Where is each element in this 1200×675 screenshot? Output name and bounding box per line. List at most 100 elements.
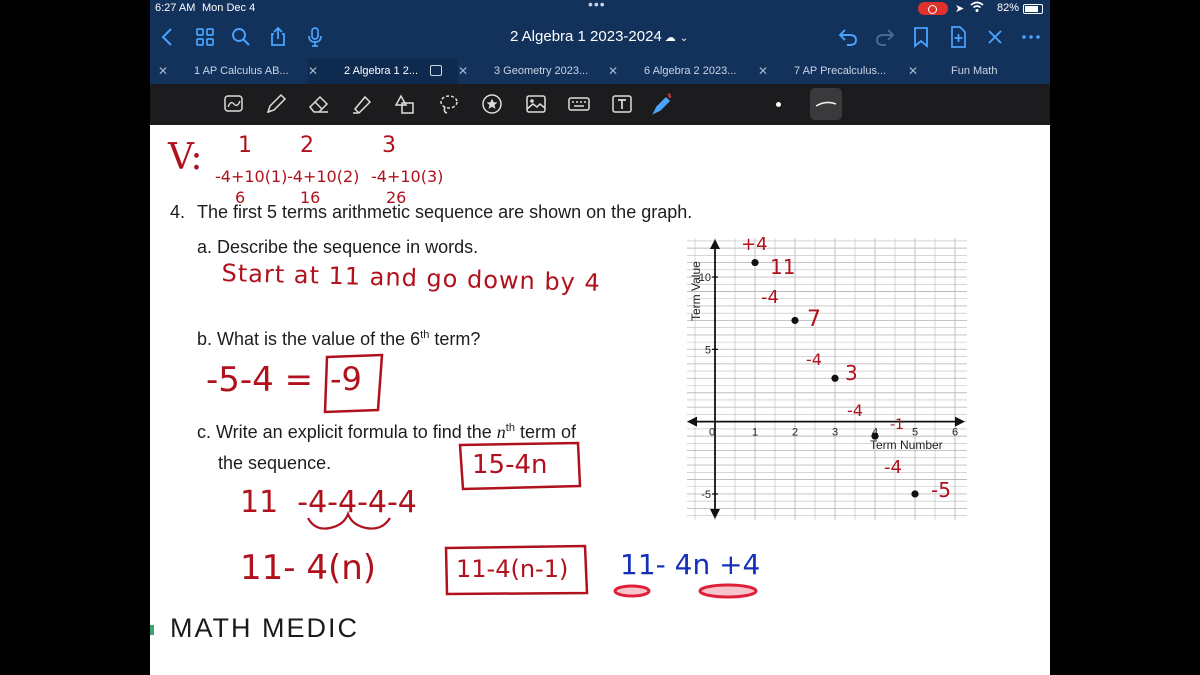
location-icon: ➤ <box>955 3 965 15</box>
question-b-sup: th <box>420 329 430 341</box>
battery-percent: 82% <box>997 2 1020 14</box>
question-b-text: b. What is the value of the 6th term? <box>197 329 480 350</box>
close-icon[interactable] <box>983 25 1007 49</box>
tab-algebra-1[interactable]: ✕ 2 Algebra 1 2... <box>308 58 458 84</box>
bluetooth-pen-icon[interactable] <box>650 92 674 116</box>
close-tab-icon[interactable]: ✕ <box>158 58 168 84</box>
y-axis-arrow-down <box>710 509 720 519</box>
question-a-text: a. Describe the sequence in words. <box>197 237 479 257</box>
x-tick-label: 3 <box>832 427 838 439</box>
question-c-sup: th <box>505 422 515 434</box>
question-b-post: term? <box>429 329 481 349</box>
data-point <box>791 316 799 325</box>
y-axis-label: Term Value <box>689 261 703 321</box>
page-view-icon[interactable] <box>430 65 442 76</box>
graph-note-minus4-b: -4 <box>806 350 822 369</box>
data-point <box>751 258 759 267</box>
battery-fill <box>1025 6 1039 12</box>
wifi-icon <box>970 1 984 16</box>
close-tab-icon[interactable]: ✕ <box>908 58 918 84</box>
undo-icon[interactable] <box>836 25 860 49</box>
handwriting-col-2-n: 2 <box>300 133 314 158</box>
x-axis-arrow <box>955 416 965 427</box>
x-axis-arrow-left <box>687 416 697 427</box>
sticker-icon[interactable] <box>480 92 504 116</box>
blue-formula-handwriting: 11- 4n +4 <box>620 548 761 581</box>
graph-grid <box>687 238 967 520</box>
formula-11-4n-handwriting: 11- 4(n) <box>240 548 377 588</box>
handwriting-col-2-val: 16 <box>300 188 321 207</box>
highlight-plus-4 <box>698 583 758 599</box>
close-tab-icon[interactable]: ✕ <box>458 58 468 84</box>
drawing-toolbar <box>150 84 1050 125</box>
highlighter-icon[interactable] <box>350 92 374 116</box>
keyboard-icon[interactable] <box>567 92 591 116</box>
data-point <box>831 374 839 382</box>
chevron-down-icon: ⌄ <box>679 33 689 44</box>
pen-color-swatch[interactable] <box>776 102 781 107</box>
graph-note-plus4: +4 <box>741 234 768 255</box>
image-icon[interactable] <box>524 92 548 116</box>
multitasking-dots-icon[interactable]: ••• <box>588 0 606 12</box>
shapes-icon[interactable] <box>393 92 417 116</box>
sequence-graph: 0123456105-5 Term Number Term Value <box>687 238 967 520</box>
text-box-icon[interactable] <box>610 92 634 116</box>
highlight-11 <box>613 584 651 598</box>
lasso-icon[interactable] <box>437 92 461 116</box>
data-point <box>911 490 919 498</box>
formula-box-1-text: 15-4n <box>472 450 548 480</box>
cloud-sync-icon: ☁ <box>664 32 676 44</box>
search-icon[interactable] <box>229 25 253 49</box>
handwriting-col-2-expr: -4+10(2) <box>287 167 360 186</box>
tab-geometry[interactable]: ✕ 3 Geometry 2023... <box>458 58 608 84</box>
close-tab-icon[interactable]: ✕ <box>308 58 318 84</box>
document-nav-bar: 2 Algebra 1 2023-2024 ☁ ⌄ <box>150 17 1050 58</box>
tab-label: 6 Algebra 2 2023... <box>644 65 737 77</box>
redo-icon[interactable] <box>873 25 897 49</box>
screen-recording-icon[interactable] <box>918 2 948 15</box>
share-icon[interactable] <box>266 25 290 49</box>
close-tab-icon[interactable]: ✕ <box>608 58 618 84</box>
graph-note-minus4-a: -4 <box>761 287 779 308</box>
tab-ap-precalculus[interactable]: ✕ 7 AP Precalculus... <box>758 58 908 84</box>
pen-icon[interactable] <box>264 92 288 116</box>
answer-b-boxed: -9 <box>330 360 362 398</box>
eraser-icon[interactable] <box>307 92 331 116</box>
status-date: Mon Dec 4 <box>202 2 256 14</box>
notebook-page[interactable]: 4. The first 5 terms arithmetic sequence… <box>150 125 1050 675</box>
document-title[interactable]: 2 Algebra 1 2023-2024 ☁ ⌄ <box>510 28 688 45</box>
bookmark-icon[interactable] <box>909 25 933 49</box>
brand-logo-text: MATH MEDIC <box>170 613 359 643</box>
document-title-text: 2 Algebra 1 2023-2024 <box>510 28 662 45</box>
question-c-line2: the sequence. <box>218 453 332 473</box>
brand-mark <box>150 625 154 635</box>
microphone-icon[interactable] <box>303 25 327 49</box>
graph-axes <box>687 239 965 519</box>
add-page-icon[interactable] <box>946 25 970 49</box>
formula-box-2-text: 11-4(n-1) <box>456 555 569 583</box>
x-tick-label: 5 <box>912 427 918 439</box>
close-tab-icon[interactable]: ✕ <box>758 58 768 84</box>
graph-note-minus4-d: -4 <box>884 457 902 478</box>
question-4-text: The first 5 terms arithmetic sequence ar… <box>197 202 693 222</box>
question-4-number: 4. <box>170 202 186 222</box>
tab-algebra-2[interactable]: ✕ 6 Algebra 2 2023... <box>608 58 758 84</box>
tab-fun-math[interactable]: ✕ Fun Math <box>908 58 1048 84</box>
x-axis-label: Term Number <box>870 438 943 452</box>
pen-thickness-selector[interactable] <box>810 88 842 120</box>
more-icon[interactable] <box>1019 25 1043 49</box>
back-icon[interactable] <box>156 25 180 49</box>
tab-label: 7 AP Precalculus... <box>794 65 887 77</box>
y-tick-label: 5 <box>705 344 711 356</box>
graph-note-11: 11 <box>770 255 796 279</box>
tab-ap-calculus[interactable]: ✕ 1 AP Calculus AB... <box>158 58 308 84</box>
graph-note-minus4-c: -4 <box>847 401 863 420</box>
grid-icon[interactable] <box>193 25 217 49</box>
graph-note-3: 3 <box>845 361 858 385</box>
tab-label: Fun Math <box>951 65 998 77</box>
lasso-image-icon[interactable] <box>222 92 246 116</box>
graph-note-7: 7 <box>807 307 821 332</box>
question-c-pre: c. Write an explicit formula to find the <box>197 422 497 442</box>
handwriting-col-1-val: 6 <box>235 188 246 207</box>
y-tick-label: -5 <box>701 489 711 501</box>
